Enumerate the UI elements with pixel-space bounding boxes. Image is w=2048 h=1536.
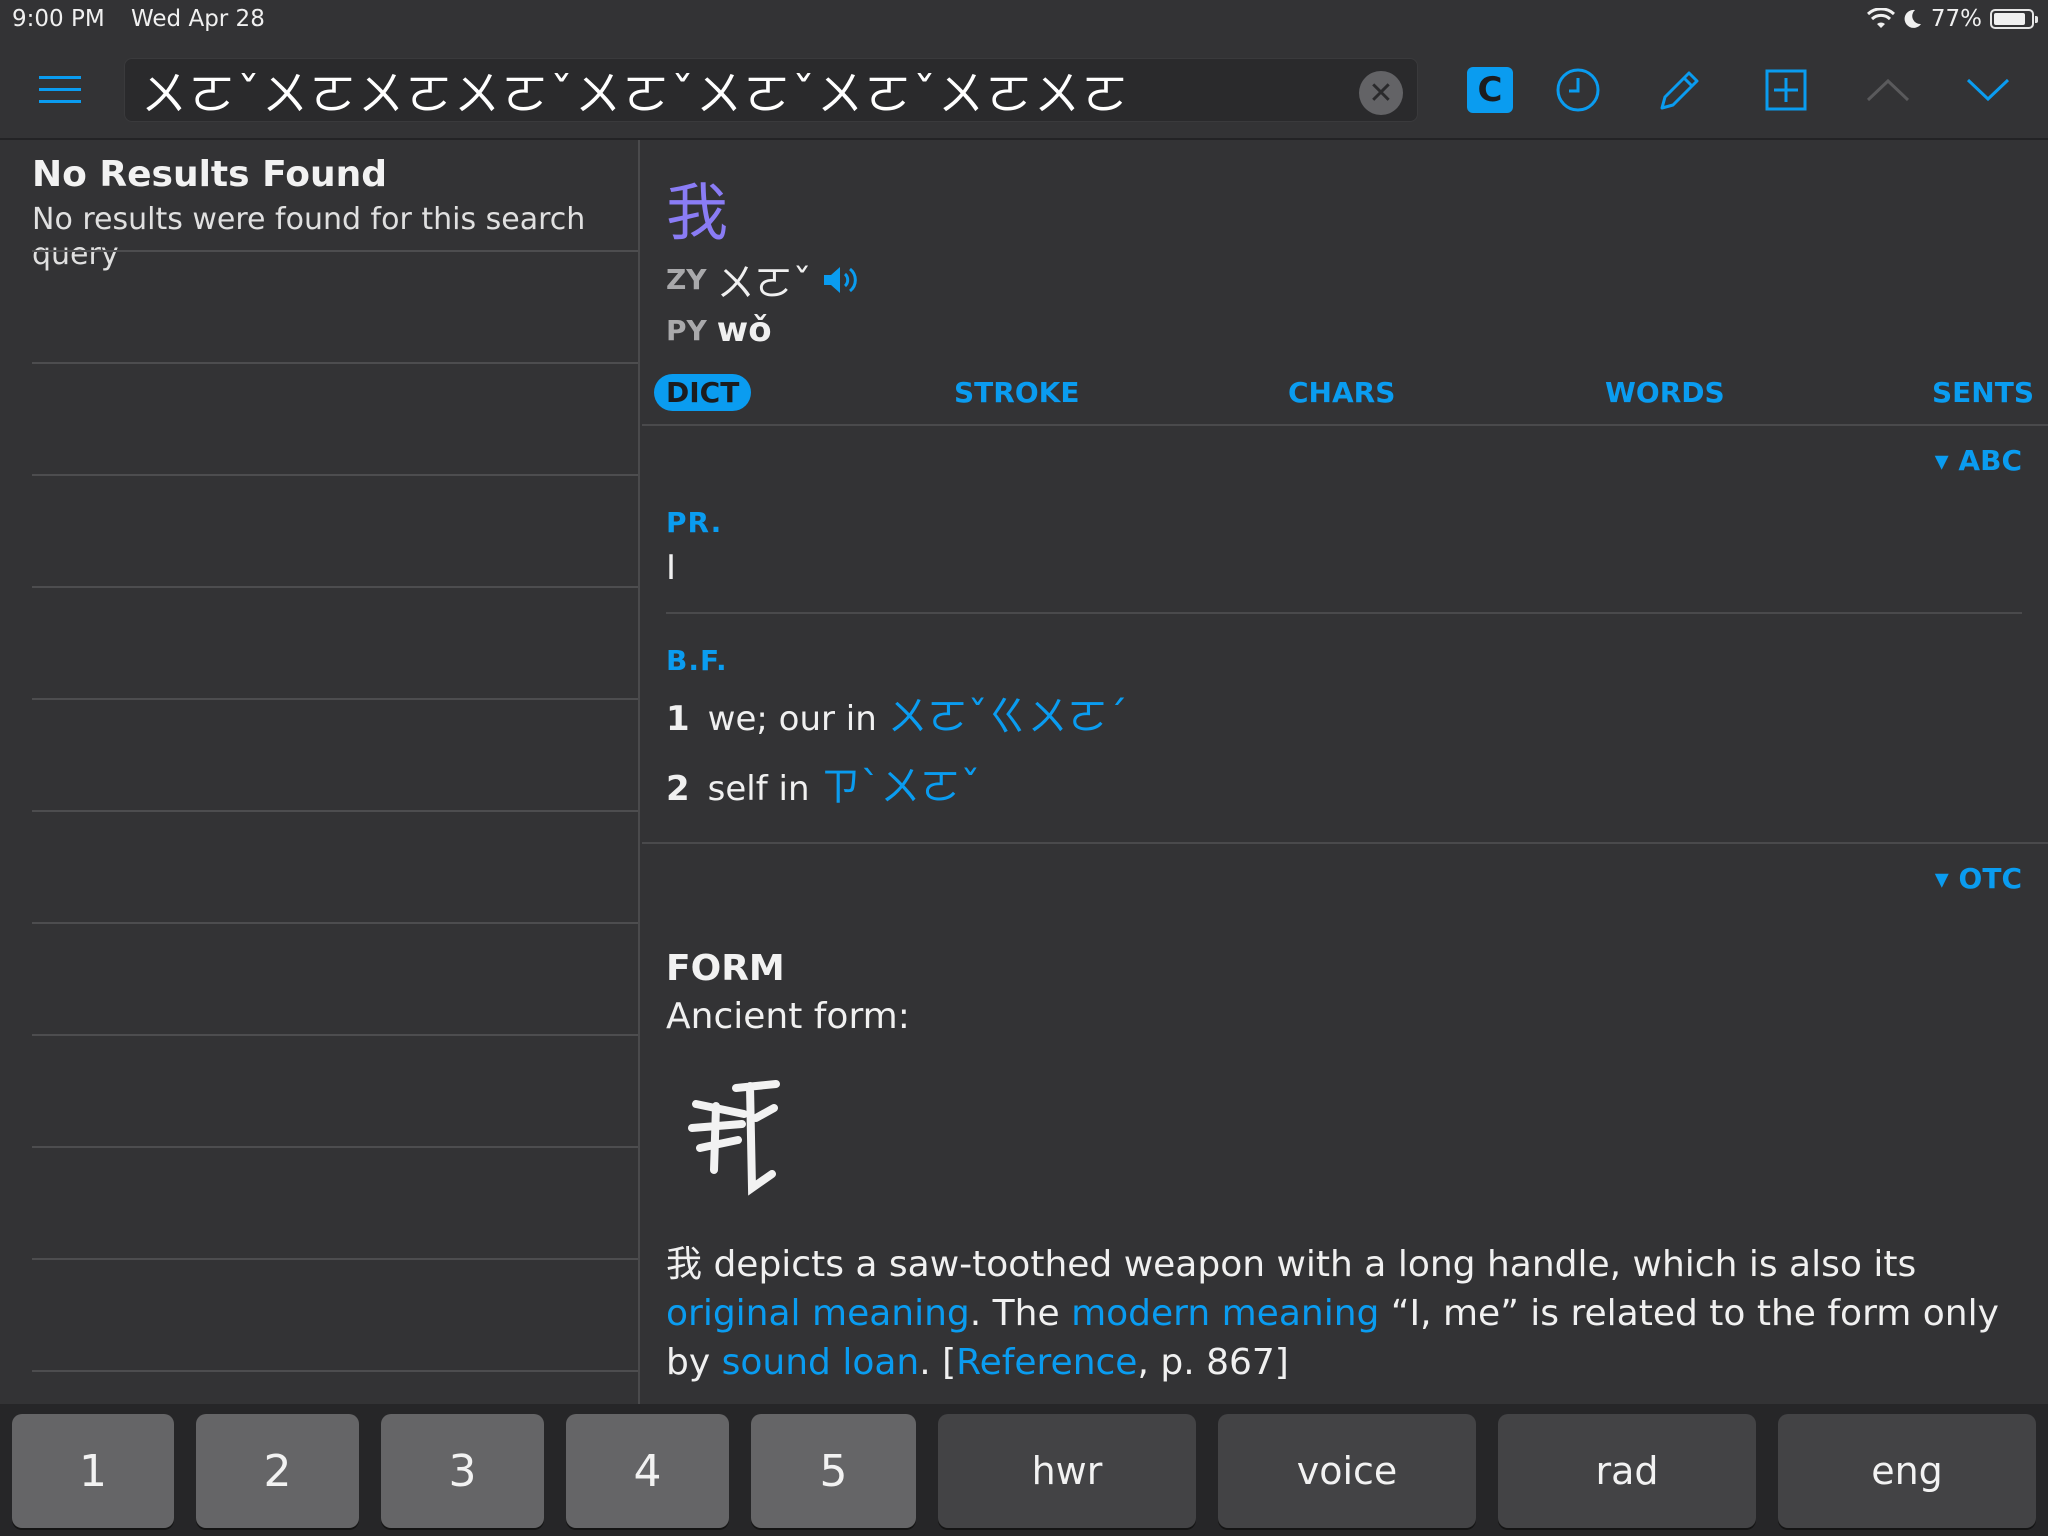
para-text: , p. 867] bbox=[1137, 1342, 1289, 1383]
zhuyin-row: ZY ㄨㄛˇ bbox=[666, 252, 862, 307]
sense-link[interactable]: ㄨㄛˇㄍㄨㄛˊ bbox=[888, 694, 1128, 740]
search-bar: ✕ bbox=[124, 58, 1418, 122]
sense-2: 2 self in ㄗˋㄨㄛˇ bbox=[666, 754, 980, 812]
abc-section-toggle[interactable]: ▾ ABC bbox=[1935, 444, 2022, 477]
pos-label-bf: B.F. bbox=[666, 644, 728, 677]
status-time: 9:00 PM bbox=[12, 6, 105, 32]
key-tone-5[interactable]: 5 bbox=[751, 1414, 916, 1528]
link-reference[interactable]: Reference bbox=[956, 1342, 1137, 1383]
form-description: 我 depicts a saw-toothed weapon with a lo… bbox=[666, 1240, 2036, 1387]
otc-section-toggle[interactable]: ▾ OTC bbox=[1935, 862, 2022, 895]
sense-number: 2 bbox=[666, 769, 690, 809]
list-divider bbox=[32, 1370, 638, 1372]
zhuyin-reading: ㄨㄛˇ bbox=[716, 261, 812, 305]
para-text: 我 depicts a saw-toothed weapon with a lo… bbox=[666, 1244, 1917, 1285]
chevron-down-icon[interactable] bbox=[1960, 62, 2016, 118]
history-clock-icon[interactable] bbox=[1550, 62, 1606, 118]
clipboard-c-icon: C bbox=[1467, 67, 1513, 113]
list-divider bbox=[32, 1258, 638, 1260]
key-tone-1[interactable]: 1 bbox=[12, 1414, 174, 1528]
pencil-icon[interactable] bbox=[1652, 62, 1708, 118]
headword[interactable]: 我 bbox=[666, 162, 728, 252]
link-sound-loan[interactable]: sound loan bbox=[722, 1342, 920, 1383]
key-tone-3[interactable]: 3 bbox=[381, 1414, 544, 1528]
list-divider bbox=[32, 922, 638, 924]
results-list: No Results Found No results were found f… bbox=[0, 140, 640, 1404]
pr-definition: I bbox=[666, 548, 677, 588]
moon-icon bbox=[1904, 9, 1921, 28]
zy-tag: ZY bbox=[666, 263, 707, 296]
para-text: . [ bbox=[919, 1342, 957, 1383]
list-divider bbox=[32, 586, 638, 588]
battery-percent: 77% bbox=[1930, 6, 1982, 32]
list-divider bbox=[32, 698, 638, 700]
key-eng[interactable]: eng bbox=[1778, 1414, 2036, 1528]
py-tag: PY bbox=[666, 313, 707, 347]
key-tone-4[interactable]: 4 bbox=[566, 1414, 729, 1528]
wifi-icon bbox=[1866, 8, 1895, 28]
search-input[interactable] bbox=[139, 63, 1323, 119]
speaker-icon[interactable] bbox=[822, 264, 862, 296]
status-bar: 9:00 PM Wed Apr 28 77% bbox=[0, 0, 2048, 40]
list-divider bbox=[32, 362, 638, 364]
list-divider bbox=[32, 1146, 638, 1148]
key-rad[interactable]: rad bbox=[1498, 1414, 1756, 1528]
no-results-subtitle: No results were found for this search qu… bbox=[32, 202, 586, 272]
sense-1: 1 we; our in ㄨㄛˇㄍㄨㄛˊ bbox=[666, 684, 1128, 742]
pinyin-row: PY wǒ bbox=[666, 310, 772, 350]
link-original-meaning[interactable]: original meaning bbox=[666, 1293, 970, 1334]
no-results-title: No Results Found bbox=[32, 154, 387, 195]
sense-number: 1 bbox=[666, 699, 690, 739]
key-tone-2[interactable]: 2 bbox=[196, 1414, 359, 1528]
menu-icon[interactable] bbox=[32, 62, 88, 118]
tab-words[interactable]: WORDS bbox=[1605, 376, 1725, 409]
list-divider bbox=[32, 1034, 638, 1036]
form-title: FORM bbox=[666, 948, 785, 989]
entry-detail: 我 ZY ㄨㄛˇ PY wǒ DICT STROKE CHARS WORDS S… bbox=[642, 140, 2048, 1404]
tab-stroke[interactable]: STROKE bbox=[954, 376, 1079, 409]
sense-text: we; our in bbox=[707, 699, 877, 739]
list-divider bbox=[32, 250, 638, 252]
pinyin-reading: wǒ bbox=[716, 310, 772, 350]
add-box-icon[interactable] bbox=[1758, 62, 1814, 118]
key-voice[interactable]: voice bbox=[1218, 1414, 1476, 1528]
list-divider bbox=[32, 474, 638, 476]
form-subtitle: Ancient form: bbox=[666, 996, 910, 1037]
keyboard-bar: 1 2 3 4 5 hwr voice rad eng bbox=[0, 1404, 2048, 1536]
status-date: Wed Apr 28 bbox=[131, 6, 265, 32]
clipboard-c-button[interactable]: C bbox=[1462, 62, 1518, 118]
chevron-up-icon[interactable] bbox=[1860, 62, 1916, 118]
para-text: . The bbox=[969, 1293, 1072, 1334]
section-divider bbox=[666, 612, 2022, 614]
tab-sents[interactable]: SENTS bbox=[1932, 376, 2034, 409]
sense-link[interactable]: ㄗˋㄨㄛˇ bbox=[820, 764, 980, 810]
ancient-form-glyph bbox=[688, 1080, 780, 1196]
toolbar: ✕ C bbox=[0, 40, 2048, 140]
clear-icon[interactable]: ✕ bbox=[1359, 71, 1403, 115]
link-modern-meaning[interactable]: modern meaning bbox=[1071, 1293, 1379, 1334]
section-divider bbox=[642, 842, 2048, 844]
battery-icon bbox=[1990, 9, 2038, 29]
list-divider bbox=[32, 810, 638, 812]
tab-chars[interactable]: CHARS bbox=[1288, 376, 1395, 409]
pos-label-pr: PR. bbox=[666, 506, 723, 539]
tab-dict[interactable]: DICT bbox=[654, 374, 752, 411]
sense-text: self in bbox=[707, 769, 810, 809]
key-hwr[interactable]: hwr bbox=[938, 1414, 1196, 1528]
entry-tabs: DICT STROKE CHARS WORDS SENTS bbox=[642, 362, 2048, 426]
